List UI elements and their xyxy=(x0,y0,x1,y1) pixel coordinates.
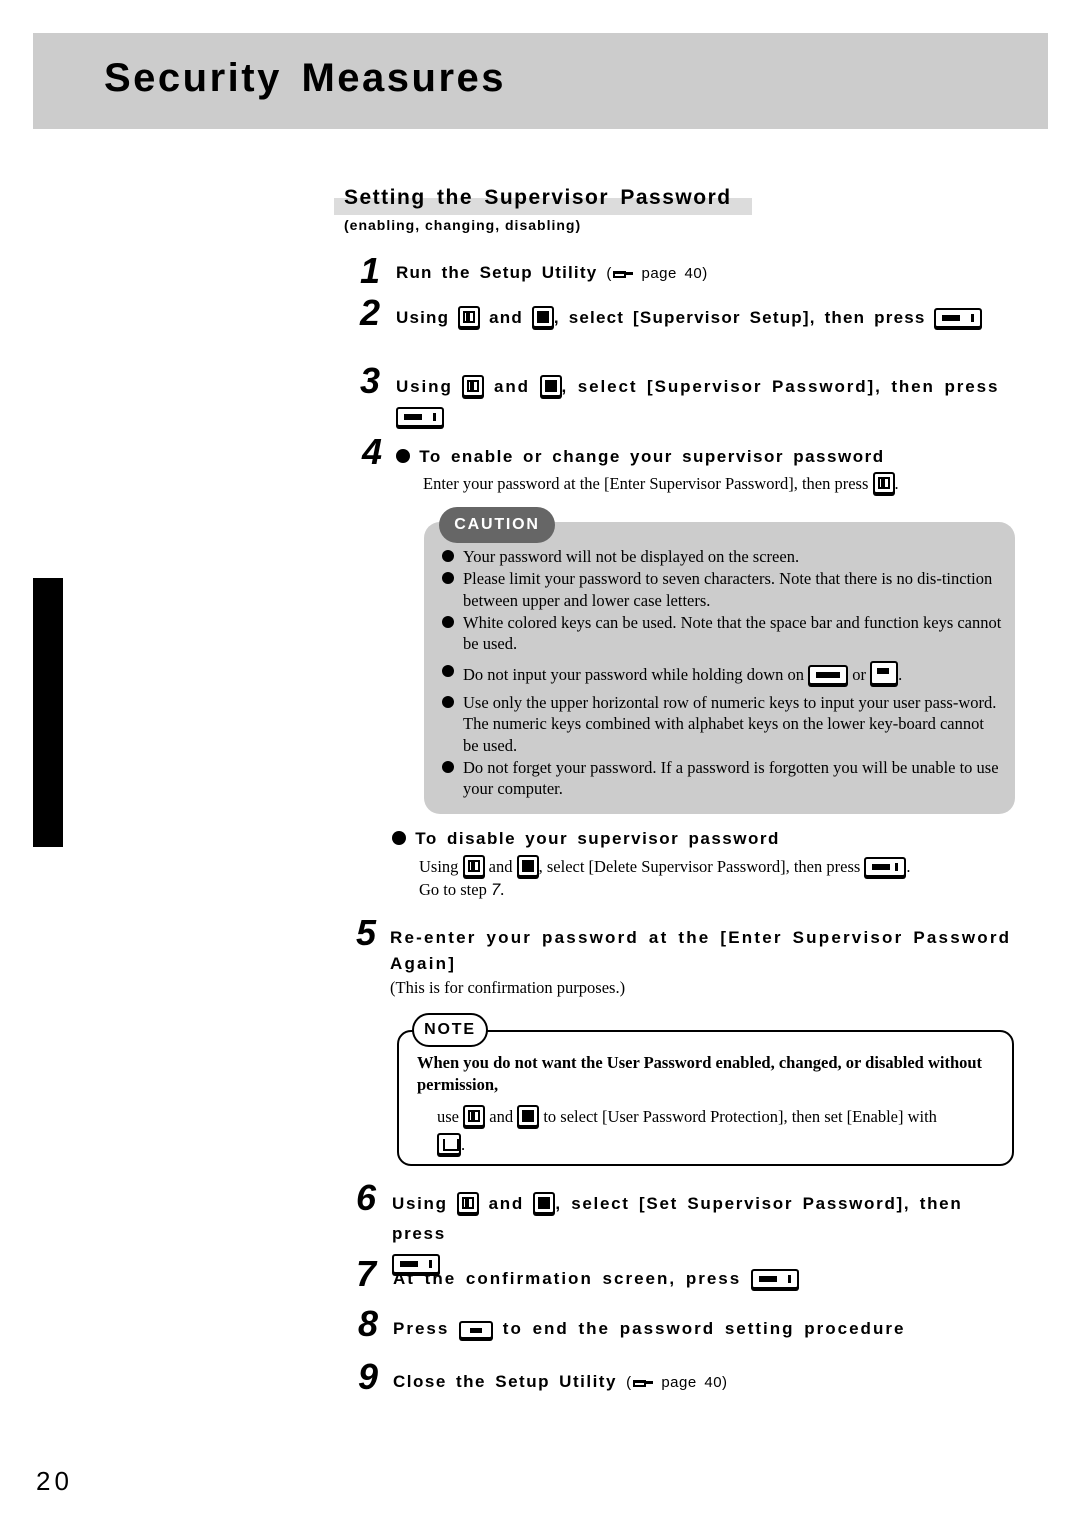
side-tab-marker xyxy=(33,578,63,847)
down-arrow-key-icon xyxy=(539,375,562,397)
ctrl-key-icon xyxy=(870,660,899,685)
caution-item: Your password will not be displayed on t… xyxy=(442,546,1002,568)
step-1: Run the Setup Utility ( page 40) xyxy=(396,260,708,287)
esc-key-icon xyxy=(459,1321,494,1339)
bullet-icon xyxy=(392,831,406,845)
up-arrow-key-icon xyxy=(463,1105,486,1127)
shift-key-icon xyxy=(808,664,849,685)
bullet-icon xyxy=(442,664,454,677)
enter-key-icon xyxy=(396,407,444,427)
step-5-note: (This is for confirmation purposes.) xyxy=(390,978,626,997)
step-number-5: 5 xyxy=(356,912,377,953)
bullet-icon xyxy=(442,615,454,628)
enter-key-icon xyxy=(934,308,983,328)
note-heading: When you do not want the User Password e… xyxy=(417,1053,983,1094)
step-number-4: 4 xyxy=(362,431,383,472)
step-number-7: 7 xyxy=(356,1253,377,1294)
goto-step: Go to step 7. xyxy=(419,880,505,899)
bullet-icon xyxy=(396,449,410,463)
bullet-icon xyxy=(442,572,454,585)
section-title: Setting the Supervisor Password xyxy=(344,186,732,209)
caution-item: White colored keys can be used. Note tha… xyxy=(442,612,1002,655)
down-arrow-key-icon xyxy=(516,855,539,877)
disable-instructions: Using and , select [Delete Supervisor Pa… xyxy=(419,855,911,877)
down-arrow-key-icon xyxy=(517,1105,540,1127)
section-subtitle: (enabling, changing, disabling) xyxy=(344,217,582,233)
caution-item: Do not forget your password. If a passwo… xyxy=(442,757,1002,800)
step-3: Using and , select [Supervisor Password]… xyxy=(396,372,1021,432)
step-2-text: , select [Supervisor Setup], then press xyxy=(553,308,926,327)
step-number-3: 3 xyxy=(360,360,381,401)
step-3-text: , select [Supervisor Password], then pre… xyxy=(561,377,1000,396)
page-reference: ( page 40) xyxy=(606,265,708,282)
down-arrow-key-icon xyxy=(531,306,554,328)
step-5: Re-enter your password at the [Enter Sup… xyxy=(390,928,1012,973)
step-2-using: Using xyxy=(396,308,450,327)
pointing-hand-icon xyxy=(632,1378,654,1388)
up-arrow-key-icon xyxy=(462,855,485,877)
note-label: NOTE xyxy=(412,1013,488,1047)
pointing-hand-icon xyxy=(612,269,634,279)
down-arrow-key-icon xyxy=(533,1192,556,1214)
step-2: Using and , select [Supervisor Setup], t… xyxy=(396,305,983,331)
caution-item: Do not input your password while holding… xyxy=(442,660,1002,686)
enable-heading: To enable or change your supervisor pass… xyxy=(396,447,885,467)
step-number-2: 2 xyxy=(360,292,381,333)
page-reference: ( page 40) xyxy=(626,1374,728,1391)
step-3-using: Using xyxy=(396,377,453,396)
enable-instructions: Enter your password at the [Enter Superv… xyxy=(423,472,899,494)
caution-label: CAUTION xyxy=(439,507,555,543)
step-3-and: and xyxy=(493,377,530,396)
bullet-icon xyxy=(442,695,454,708)
enter-key-icon xyxy=(750,1269,799,1289)
up-arrow-key-icon xyxy=(458,306,481,328)
enter-key-icon xyxy=(864,857,907,877)
caution-list: Your password will not be displayed on t… xyxy=(442,546,1002,801)
caution-item: Use only the upper horizontal row of num… xyxy=(442,692,1002,757)
up-arrow-key-icon xyxy=(457,1192,480,1214)
page-number: 20 xyxy=(36,1466,73,1496)
step-number-1: 1 xyxy=(360,250,381,291)
step-2-and: and xyxy=(489,308,523,327)
step-number-6: 6 xyxy=(356,1177,377,1218)
bullet-icon xyxy=(442,760,454,773)
bullet-icon xyxy=(442,550,454,562)
page-title: Security Measures xyxy=(104,56,507,100)
up-arrow-key-icon xyxy=(462,375,485,397)
space-key-icon xyxy=(437,1133,461,1155)
up-arrow-key-icon xyxy=(872,472,895,494)
step-number-9: 9 xyxy=(358,1356,379,1397)
step-7: At the confirmation screen, press xyxy=(393,1266,799,1292)
step-number-8: 8 xyxy=(358,1303,379,1344)
note-text: use and to select [User Password Protect… xyxy=(437,1105,937,1155)
step-1-text: Run the Setup Utility xyxy=(396,263,598,282)
disable-heading: To disable your supervisor password xyxy=(392,829,780,849)
step-9: Close the Setup Utility ( page 40) xyxy=(393,1372,728,1391)
step-8: Press to end the password setting proced… xyxy=(393,1319,906,1339)
caution-item: Please limit your password to seven char… xyxy=(442,568,1002,611)
